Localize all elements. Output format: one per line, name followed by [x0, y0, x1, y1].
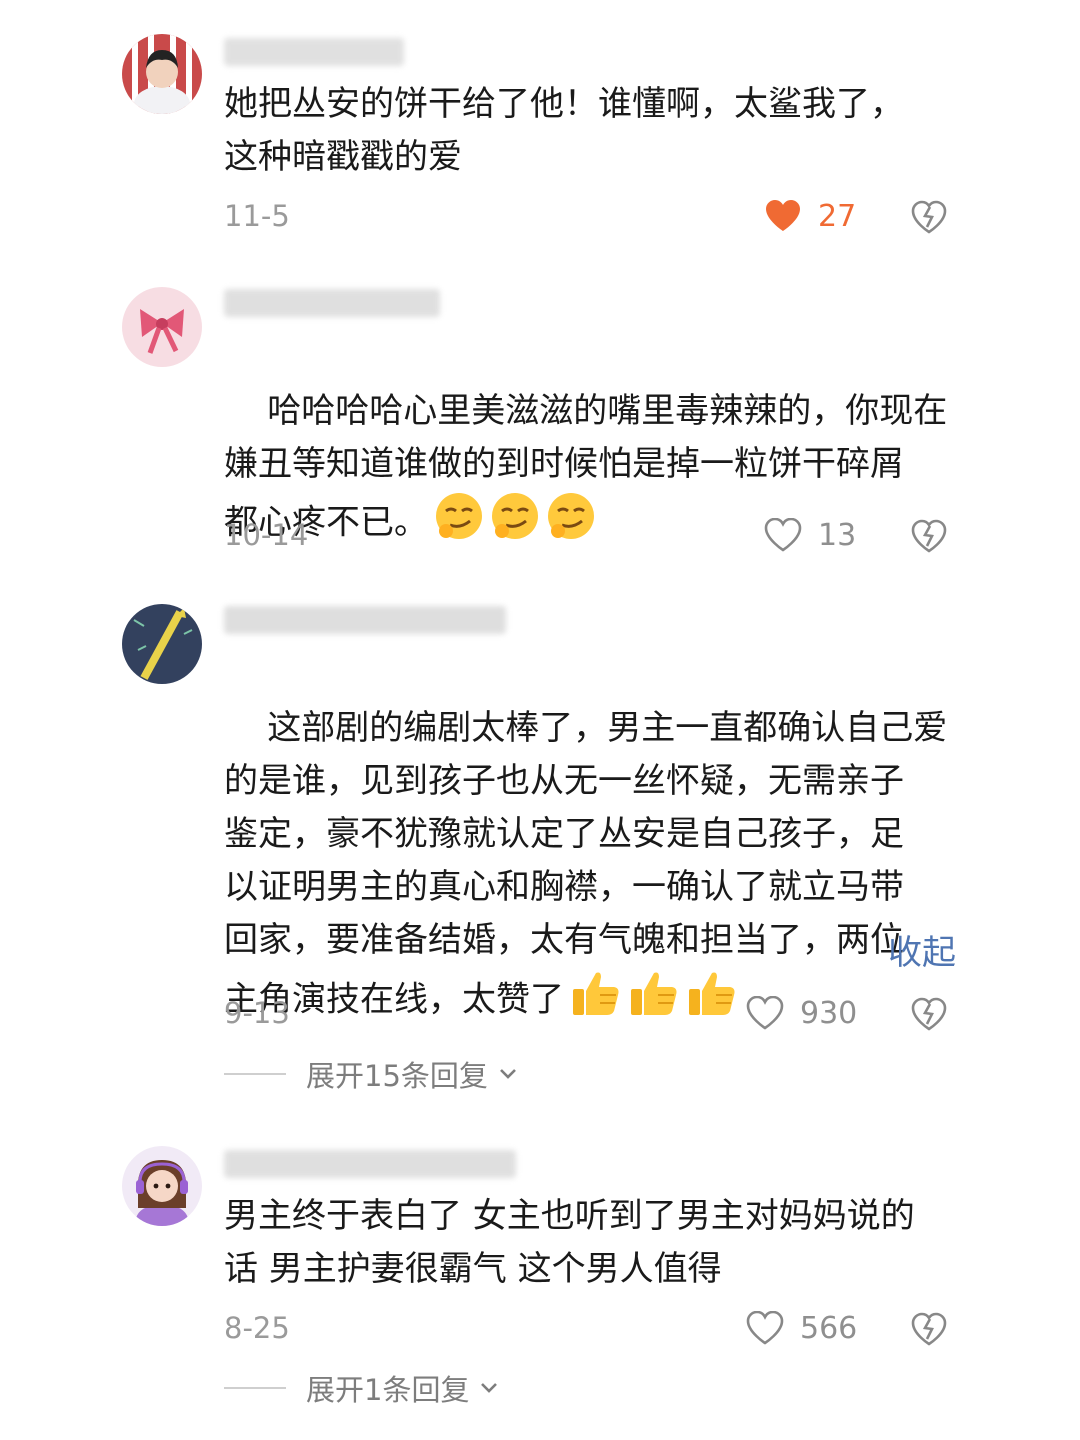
comment-meta: 9-13 930: [224, 993, 954, 1033]
dislike-icon[interactable]: [910, 995, 948, 1033]
comment-text: 哈哈哈哈心里美滋滋的嘴里毒辣辣的，你现在 嫌丑等知道谁做的到时候怕是掉一粒饼干碎…: [224, 332, 954, 610]
expand-replies-label: 展开15条回复: [306, 1059, 488, 1093]
divider: [224, 1073, 286, 1075]
comment-text: 她把丛安的饼干给了他！谁懂啊，太鲨我了， 这种暗戳戳的爱: [224, 84, 904, 177]
comment-text: 男主终于表白了 女主也听到了男主对妈妈说的 话 男主护妻很霸气 这个男人值得: [224, 1196, 915, 1289]
username[interactable]: [224, 1150, 516, 1178]
expand-replies-button[interactable]: 展开15条回复: [224, 1054, 518, 1094]
dislike-icon[interactable]: [910, 1310, 948, 1348]
avatar[interactable]: [122, 604, 202, 684]
username[interactable]: [224, 289, 440, 317]
comment-date: 10-14: [224, 518, 309, 552]
avatar[interactable]: [122, 34, 202, 114]
comment-meta: 11-5 27: [224, 196, 954, 236]
like-button[interactable]: 13: [764, 515, 856, 555]
dislike-icon[interactable]: [910, 517, 948, 555]
like-count: 566: [800, 1310, 858, 1346]
avatar[interactable]: [122, 287, 202, 367]
comment-date: 11-5: [224, 199, 290, 233]
like-button[interactable]: 27: [764, 196, 856, 236]
heart-icon: [764, 518, 802, 552]
divider: [224, 1387, 286, 1389]
chevron-down-icon: [481, 1383, 498, 1393]
avatar[interactable]: [122, 1146, 202, 1226]
heart-icon: [746, 996, 784, 1030]
like-count: 13: [818, 517, 857, 553]
username[interactable]: [224, 38, 404, 66]
dislike-icon[interactable]: [910, 198, 948, 236]
like-button[interactable]: 566: [746, 1308, 857, 1348]
like-count: 27: [818, 198, 857, 234]
comment-date: 8-25: [224, 1311, 290, 1345]
expand-replies-button[interactable]: 展开1条回复: [224, 1368, 499, 1408]
comment-meta: 8-25 566: [224, 1308, 954, 1348]
heart-icon: [766, 200, 800, 231]
chevron-down-icon: [499, 1069, 516, 1079]
like-count: 930: [800, 995, 858, 1031]
heart-icon: [746, 1311, 784, 1345]
like-button[interactable]: 930: [746, 993, 857, 1033]
comment-meta: 10-14 13: [224, 515, 954, 555]
expand-replies-label: 展开1条回复: [306, 1373, 470, 1407]
comment-date: 9-13: [224, 996, 290, 1030]
username[interactable]: [224, 606, 506, 634]
collapse-link[interactable]: 收起: [888, 927, 956, 980]
